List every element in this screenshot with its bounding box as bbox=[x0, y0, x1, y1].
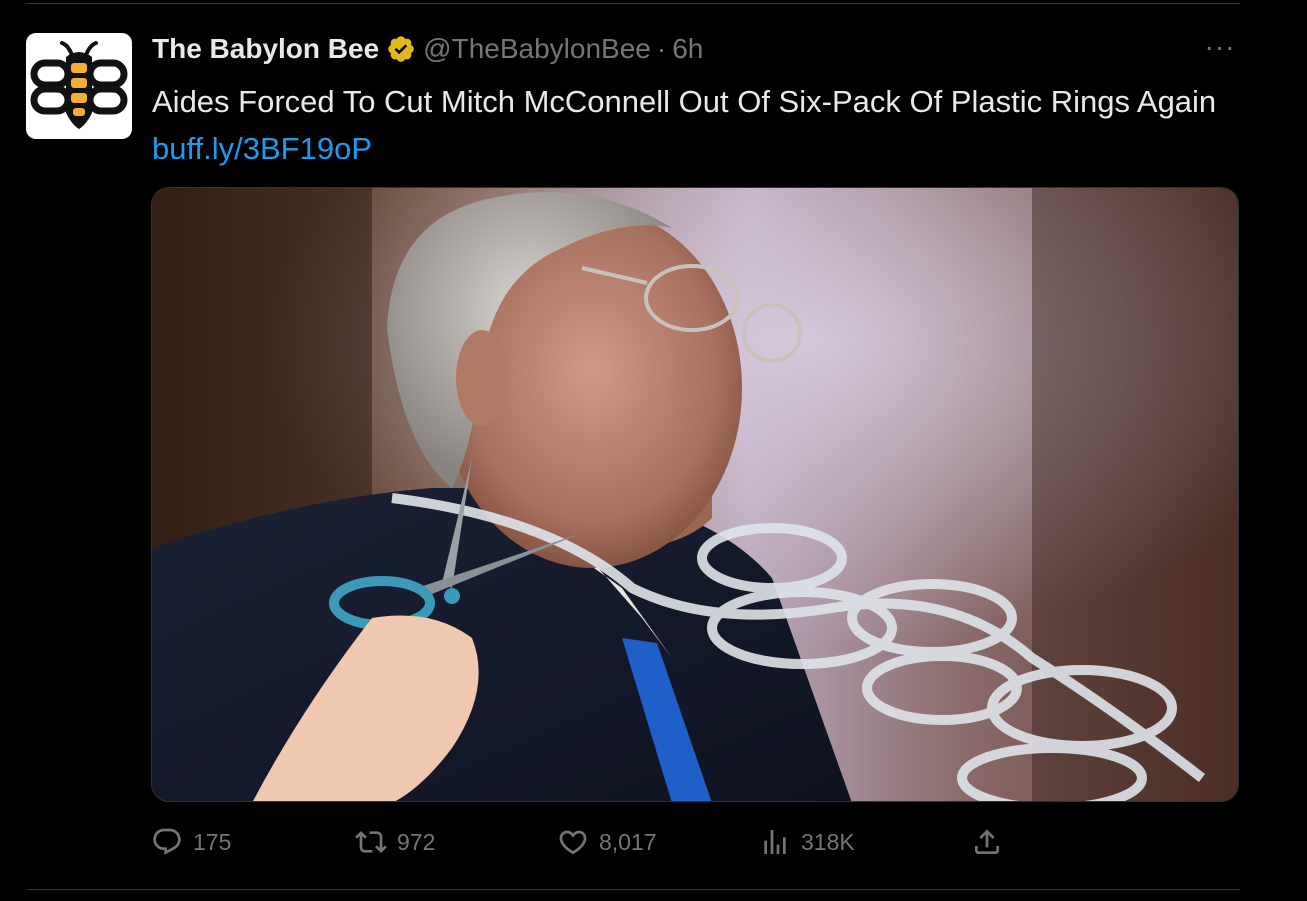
reply-icon bbox=[153, 828, 181, 855]
tweet-header: The Babylon Bee @TheBabylonBee · 6h bbox=[152, 28, 703, 70]
heart-icon bbox=[559, 830, 587, 855]
tweet-card[interactable]: The Babylon Bee @TheBabylonBee · 6h ··· … bbox=[0, 0, 1307, 901]
bee-logo-icon bbox=[30, 41, 128, 129]
tweet-link[interactable]: buff.ly/3BF19oP bbox=[152, 131, 372, 166]
author-handle[interactable]: @TheBabylonBee bbox=[423, 33, 651, 65]
top-divider bbox=[26, 3, 1240, 4]
like-button[interactable]: 8,017 bbox=[557, 818, 657, 866]
reply-button[interactable]: 175 bbox=[151, 818, 231, 866]
tweet-body: Aides Forced To Cut Mitch McConnell Out … bbox=[152, 84, 1217, 119]
retweet-icon bbox=[355, 831, 387, 853]
verified-badge-icon[interactable] bbox=[386, 34, 416, 64]
reply-count: 175 bbox=[193, 828, 232, 855]
like-count: 8,017 bbox=[599, 828, 657, 855]
share-icon bbox=[975, 829, 999, 854]
tweet-timestamp[interactable]: 6h bbox=[672, 33, 703, 65]
more-icon[interactable]: ··· bbox=[1202, 31, 1238, 62]
photo-image bbox=[152, 188, 1238, 801]
tweet-media-image[interactable] bbox=[151, 187, 1239, 802]
separator-dot: · bbox=[656, 33, 667, 64]
avatar[interactable] bbox=[26, 33, 132, 139]
tweet-action-bar: 175 972 8,017 318K bbox=[151, 818, 1241, 866]
bottom-divider bbox=[26, 889, 1240, 890]
retweet-button[interactable]: 972 bbox=[355, 818, 435, 866]
views-button[interactable]: 318K bbox=[759, 818, 855, 866]
share-button[interactable] bbox=[971, 818, 1003, 866]
analytics-icon bbox=[764, 830, 786, 854]
tweet-text: Aides Forced To Cut Mitch McConnell Out … bbox=[152, 78, 1242, 172]
views-count: 318K bbox=[801, 828, 855, 855]
retweet-count: 972 bbox=[397, 828, 436, 855]
author-display-name[interactable]: The Babylon Bee bbox=[152, 33, 379, 65]
